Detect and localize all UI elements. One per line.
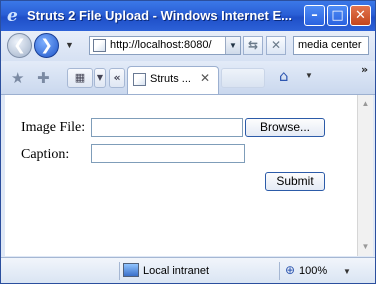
zoom-level[interactable]: 100% <box>299 265 327 277</box>
intranet-icon <box>123 263 139 277</box>
status-divider <box>119 262 120 280</box>
image-file-input[interactable] <box>91 118 243 137</box>
minimize-button[interactable]: – <box>304 5 325 26</box>
address-bar[interactable]: http://localhost:8080/ ▼ <box>89 36 241 55</box>
favorites-star-icon[interactable]: ★ <box>11 69 24 87</box>
scroll-down-icon[interactable]: ▼ <box>360 240 371 253</box>
stop-button[interactable]: ✕ <box>266 36 286 55</box>
scroll-up-icon[interactable]: ▲ <box>360 97 371 110</box>
page-content: Image File: Browse... Caption: Submit <box>5 95 357 256</box>
browse-button[interactable]: Browse... <box>245 118 325 137</box>
tab-bar: ★ ✚ ▦ ▼ « Struts ... ✕ ⌂ ▼ » <box>1 61 375 95</box>
tab-label[interactable]: Struts ... <box>150 73 191 85</box>
quick-tabs-button[interactable]: ▦ <box>67 68 93 88</box>
address-url[interactable]: http://localhost:8080/ <box>110 39 220 51</box>
new-tab-button[interactable] <box>221 68 265 88</box>
status-bar: Local intranet ⊕ 100% ▼ <box>1 257 375 283</box>
page-icon <box>93 39 106 52</box>
zoom-dropdown-icon[interactable]: ▼ <box>343 267 351 276</box>
home-dropdown-icon[interactable]: ▼ <box>305 71 313 80</box>
back-button[interactable]: ❮ <box>7 33 32 58</box>
address-dropdown-icon[interactable]: ▼ <box>225 37 240 54</box>
tab-list-button[interactable]: « <box>109 68 125 88</box>
security-zone-text: Local intranet <box>143 265 210 277</box>
vertical-scrollbar[interactable]: ▲ ▼ <box>357 95 373 256</box>
window-title: Struts 2 File Upload - Windows Internet … <box>27 8 292 23</box>
close-button[interactable]: ✕ <box>350 5 371 26</box>
tab-list-dropdown-icon[interactable]: ▼ <box>94 68 106 88</box>
caption-input[interactable] <box>91 144 245 163</box>
image-file-label: Image File: <box>21 120 86 135</box>
caption-label: Caption: <box>21 147 70 162</box>
title-bar[interactable]: e Struts 2 File Upload - Windows Interne… <box>1 1 375 31</box>
refresh-button[interactable]: ⇆ <box>243 36 263 55</box>
browser-window: e Struts 2 File Upload - Windows Interne… <box>0 0 376 284</box>
history-dropdown-icon[interactable]: ▼ <box>65 40 74 50</box>
page-icon <box>133 73 146 86</box>
status-divider <box>279 262 280 280</box>
navigation-bar: ❮ ❯ ▼ http://localhost:8080/ ▼ ⇆ ✕ media… <box>1 31 375 61</box>
ie-logo-icon: e <box>7 6 18 26</box>
maximize-button[interactable]: □ <box>327 5 348 26</box>
add-favorite-icon[interactable]: ✚ <box>37 69 50 87</box>
forward-button[interactable]: ❯ <box>34 33 59 58</box>
tab-close-icon[interactable]: ✕ <box>200 71 210 85</box>
zoom-icon[interactable]: ⊕ <box>285 263 295 277</box>
tab-active[interactable]: Struts ... ✕ <box>127 66 219 94</box>
toolbar-overflow-icon[interactable]: » <box>361 63 368 76</box>
search-input[interactable]: media center <box>293 36 369 55</box>
home-icon[interactable]: ⌂ <box>279 67 289 85</box>
submit-button[interactable]: Submit <box>265 172 325 191</box>
